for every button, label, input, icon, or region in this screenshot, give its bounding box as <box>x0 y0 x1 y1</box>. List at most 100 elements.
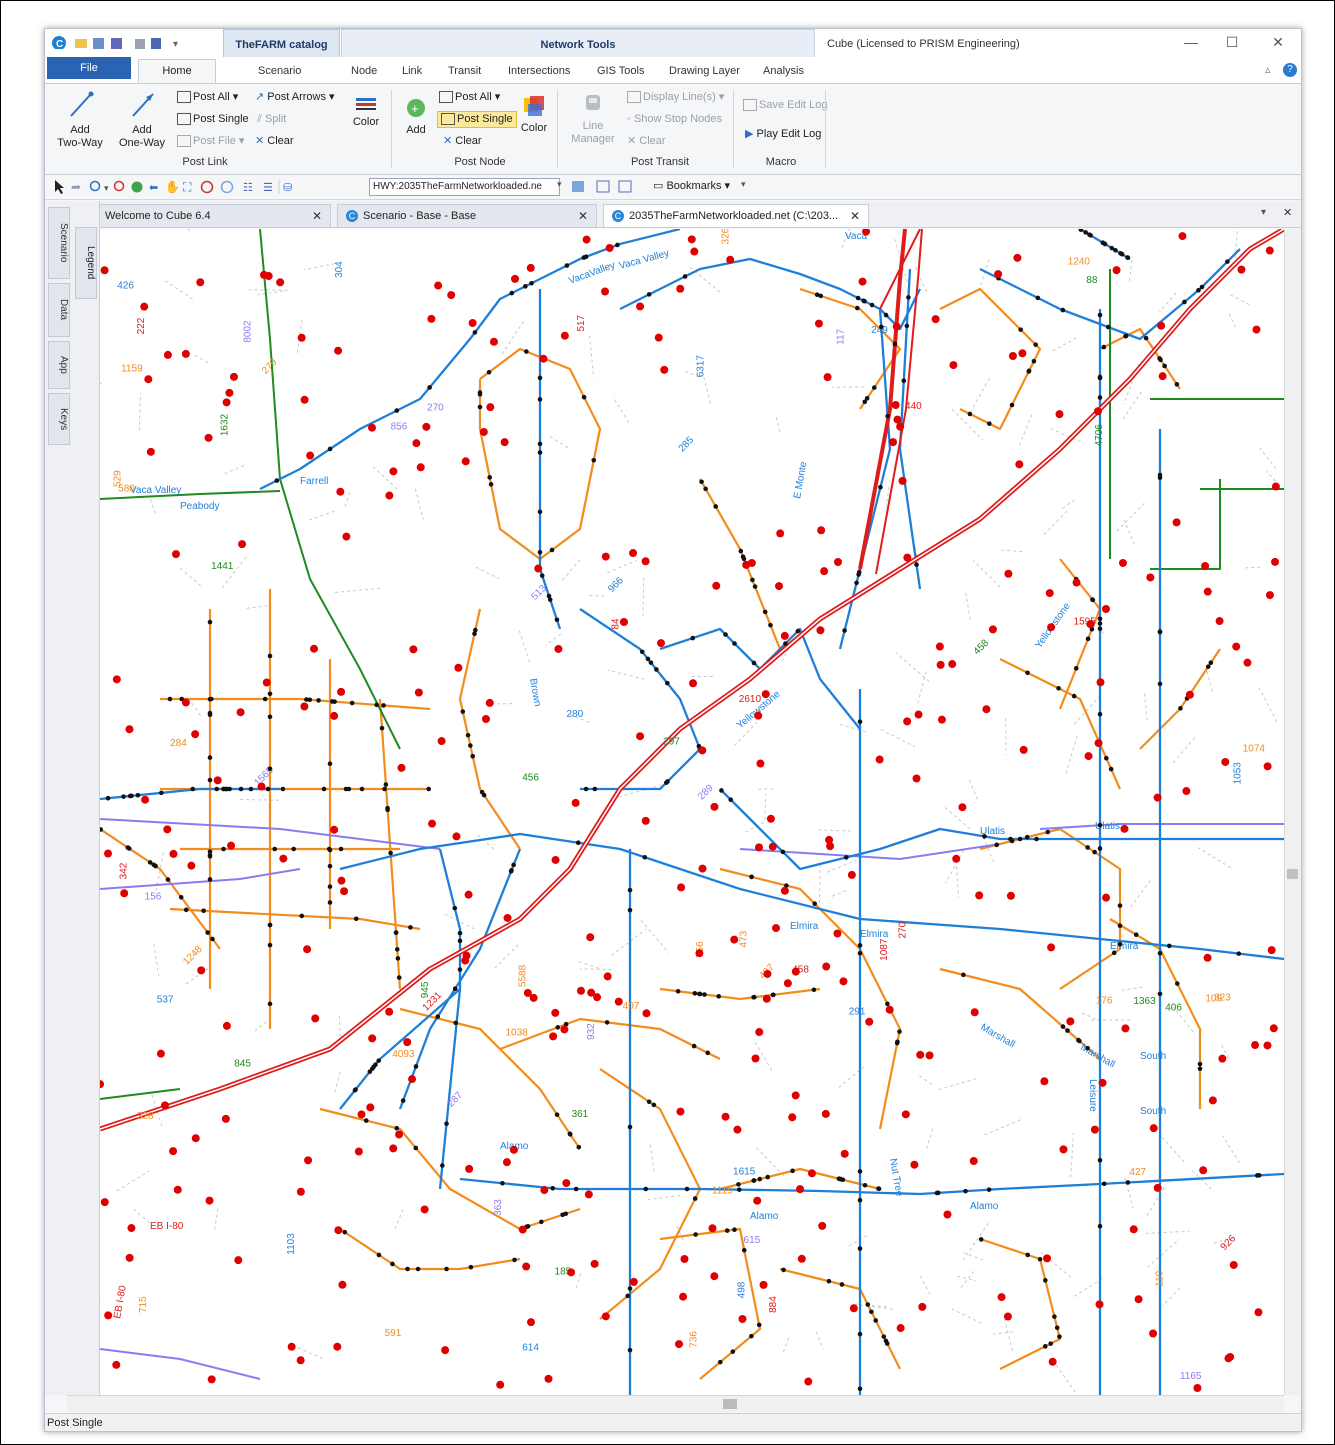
tab-network-file[interactable]: C 2035TheFarmNetworkloaded.net (C:\203...… <box>603 204 869 227</box>
centroid-connector <box>1228 313 1237 329</box>
minimize-button[interactable]: — <box>1180 33 1202 51</box>
link-volume-label: 537 <box>157 995 174 1006</box>
centroid-connector <box>647 1194 682 1201</box>
zone-centroid <box>654 333 663 342</box>
tab-close-icon[interactable]: ✕ <box>850 205 860 227</box>
app-title: Cube (Licensed to PRISM Engineering) <box>827 38 1020 50</box>
link-volume-label: 1159 <box>121 364 143 375</box>
grid-icon <box>596 180 610 193</box>
network-node <box>684 1186 690 1192</box>
save-edit-log-button[interactable]: Save Edit Log <box>743 99 828 112</box>
zone-centroid <box>127 1224 136 1233</box>
clear-node-button[interactable]: ✕ Clear <box>443 135 482 148</box>
close-button[interactable]: ✕ <box>1267 33 1289 51</box>
vertical-scroll-thumb[interactable] <box>1287 869 1298 879</box>
link-color-icon <box>356 98 376 110</box>
post-file-button[interactable]: Post File ▾ <box>177 135 244 148</box>
network-node <box>857 1246 863 1251</box>
vertical-scrollbar[interactable] <box>1284 229 1301 1395</box>
tab-analysis[interactable]: Analysis <box>763 65 804 77</box>
zone-centroid <box>1047 943 1056 952</box>
zone-centroid <box>710 802 719 811</box>
zone-centroid <box>892 322 901 331</box>
tab-link[interactable]: Link <box>402 65 422 77</box>
street-name-label: South <box>1140 1051 1166 1062</box>
side-tab-data[interactable]: Data <box>48 283 70 337</box>
horizontal-scrollbar[interactable] <box>67 1395 1284 1412</box>
tab-drawing-layer[interactable]: Drawing Layer <box>669 65 740 77</box>
close-document-icon[interactable]: ✕ <box>1283 206 1292 219</box>
layer-select-dropdown-icon[interactable]: ▾ <box>557 179 562 190</box>
ribbon: Add Two-Way Add One-Way Post All ▾ Post … <box>45 83 1301 175</box>
side-tab-scenario[interactable]: Scenario <box>48 207 70 279</box>
side-tab-app[interactable]: App <box>48 341 70 389</box>
tab-scenario[interactable]: Scenario <box>258 65 301 77</box>
node-color-button[interactable]: Color <box>519 94 549 135</box>
layer-select[interactable]: HWY:2035TheFarmNetworkloaded.ne <box>369 178 560 196</box>
zone-centroid <box>1072 578 1081 587</box>
tab-welcome[interactable]: CWelcome to Cube 6.4✕ <box>79 204 331 227</box>
tab-list-icon[interactable]: ▾ <box>1261 207 1266 218</box>
network-node <box>1133 932 1139 938</box>
tab-file[interactable]: File <box>47 57 131 79</box>
link-volume-label: 1053 <box>1233 762 1244 785</box>
tab-close-icon[interactable]: ✕ <box>578 205 588 227</box>
split-button[interactable]: ⫽ Split <box>257 113 286 126</box>
tab-gis-tools[interactable]: GIS Tools <box>597 65 645 77</box>
network-node <box>1057 1334 1062 1339</box>
network-node <box>646 1099 652 1105</box>
network-map[interactable]: Vaca Valley VacaValley Vaca Valley Vaca E Mo… <box>100 229 1284 1395</box>
horizontal-scroll-thumb[interactable] <box>723 1399 737 1409</box>
legend-tab[interactable]: Legend <box>75 227 97 299</box>
post-single-link-button[interactable]: Post Single <box>177 113 249 126</box>
network-node <box>738 548 744 554</box>
post-single-node-button[interactable]: Post Single <box>437 111 517 128</box>
node-color-icon <box>524 96 544 116</box>
link-color-button[interactable]: Color <box>351 96 381 129</box>
line-manager-button[interactable]: Line Manager <box>567 92 619 146</box>
centroid-connector <box>919 1275 931 1296</box>
tab-transit[interactable]: Transit <box>448 65 481 77</box>
network-node <box>1071 693 1077 699</box>
zone-centroid <box>337 687 346 696</box>
zone-centroid <box>804 1377 813 1386</box>
zone-centroid <box>689 679 698 688</box>
network-node <box>691 1043 697 1049</box>
zone-centroid <box>755 1028 764 1037</box>
network-node <box>329 699 335 704</box>
centroid-connector <box>945 849 965 884</box>
zone-centroid <box>816 626 825 635</box>
network-node <box>1031 358 1037 364</box>
show-stop-nodes-button[interactable]: ◦ Show Stop Nodes <box>627 113 722 126</box>
play-edit-log-button[interactable]: ▶ Play Edit Log <box>745 128 821 141</box>
ribbon-collapse-icon[interactable]: ▵ <box>1265 63 1271 76</box>
maximize-button[interactable]: ☐ <box>1221 33 1243 51</box>
tab-scenario-base[interactable]: C Scenario - Base - Base ✕ <box>337 204 597 227</box>
clear-transit-button[interactable]: ✕ Clear <box>627 135 666 148</box>
network-node <box>857 1197 863 1203</box>
toolbar-overflow-icon[interactable]: ▾ <box>741 179 746 190</box>
display-lines-button[interactable]: Display Line(s) ▾ <box>627 91 724 104</box>
help-icon[interactable]: ? <box>1283 63 1297 77</box>
bookmarks-button[interactable]: ▭ Bookmarks ▾ <box>653 179 730 192</box>
stop-nodes-icon: ◦ <box>627 113 631 125</box>
clear-link-button[interactable]: ✕ Clear <box>255 135 294 148</box>
tab-intersections[interactable]: Intersections <box>508 65 570 77</box>
add-node-button[interactable]: + Add <box>401 96 431 137</box>
network-map-canvas[interactable]: Vaca ValleyVacaValleyVaca ValleyVacaE Mo… <box>100 229 1284 1395</box>
network-node <box>1197 1066 1203 1072</box>
side-tab-keys[interactable]: Keys <box>48 393 70 445</box>
post-all-link-button[interactable]: Post All ▾ <box>177 91 238 104</box>
tab-close-icon[interactable]: ✕ <box>312 205 322 227</box>
collector-link <box>319 1107 581 1231</box>
post-arrows-button[interactable]: ↗ Post Arrows ▾ <box>255 91 335 104</box>
tab-node[interactable]: Node <box>351 65 377 77</box>
network-node <box>468 743 473 748</box>
add-one-way-button[interactable]: Add One-Way <box>117 90 167 150</box>
network-node <box>703 486 708 492</box>
network-node <box>986 1187 992 1192</box>
post-all-node-button[interactable]: Post All ▾ <box>439 91 500 104</box>
add-two-way-button[interactable]: Add Two-Way <box>55 90 105 150</box>
tab-home[interactable]: Home <box>138 59 216 84</box>
zone-centroid <box>937 715 946 724</box>
